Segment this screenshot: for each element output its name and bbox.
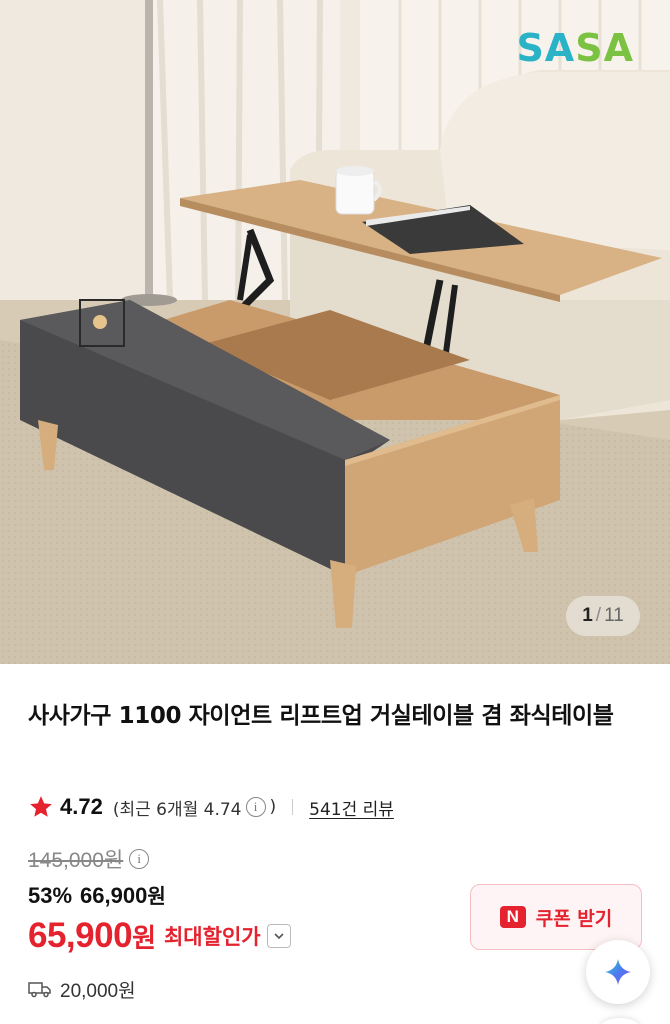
brand-logo: SASA bbox=[516, 26, 634, 70]
product-image-gallery[interactable]: SASA 1 / 11 bbox=[0, 0, 670, 664]
shipping-row: 20,000원 bbox=[28, 974, 136, 1004]
product-photo bbox=[0, 0, 670, 664]
max-discount-row: 65,900 원 최대할인가 bbox=[28, 914, 291, 958]
brand-logo-part2: SA bbox=[575, 26, 634, 70]
recent-rating: (최근 6개월 4.74 i ) bbox=[113, 795, 276, 820]
rating-row: 4.72 (최근 6개월 4.74 i ) 541건 리뷰 bbox=[28, 792, 394, 822]
coupon-button-label: 쿠폰 받기 bbox=[535, 907, 613, 930]
max-discount-label: 최대할인가 bbox=[163, 925, 261, 949]
sale-price: 66,900 bbox=[80, 883, 148, 908]
original-price-row: 145,000원 i bbox=[28, 844, 150, 874]
ai-assistant-button[interactable] bbox=[586, 940, 650, 1004]
image-counter-separator: / bbox=[595, 605, 602, 626]
chevron-down-icon bbox=[274, 933, 284, 940]
sale-price-unit: 원 bbox=[147, 884, 166, 908]
original-price: 145,000원 bbox=[28, 849, 124, 872]
ai-assistant-icon bbox=[605, 959, 631, 985]
truck-icon bbox=[28, 982, 51, 998]
info-icon[interactable]: i bbox=[245, 797, 266, 817]
image-counter-current: 1 bbox=[582, 605, 593, 626]
divider bbox=[292, 799, 294, 815]
image-counter: 1 / 11 bbox=[566, 596, 640, 636]
shipping-fee: 20,000원 bbox=[60, 980, 136, 1002]
discount-rate: 53% bbox=[28, 883, 73, 908]
product-title: 사사가구 1100 자이언트 리프트업 거실테이블 겸 좌식테이블 bbox=[28, 703, 614, 729]
brand-logo-part1: SA bbox=[516, 26, 576, 70]
max-discount-toggle[interactable] bbox=[266, 924, 291, 948]
naver-pay-badge: N bbox=[499, 906, 526, 928]
star-icon bbox=[30, 796, 52, 817]
sale-price-row: 53% 66,900 원 bbox=[28, 880, 166, 912]
price-info-icon[interactable]: i bbox=[129, 849, 150, 869]
image-counter-total: 11 bbox=[604, 605, 624, 626]
recent-rating-close: ) bbox=[269, 797, 277, 817]
recent-rating-text: (최근 6개월 4.74 bbox=[112, 799, 242, 820]
max-discount-unit: 원 bbox=[132, 923, 156, 954]
rating-score: 4.72 bbox=[60, 794, 103, 819]
secondary-floating-button[interactable] bbox=[600, 1018, 640, 1024]
review-count-link[interactable]: 541건 리뷰 bbox=[309, 795, 394, 820]
max-discount-price: 65,900 bbox=[28, 916, 133, 955]
